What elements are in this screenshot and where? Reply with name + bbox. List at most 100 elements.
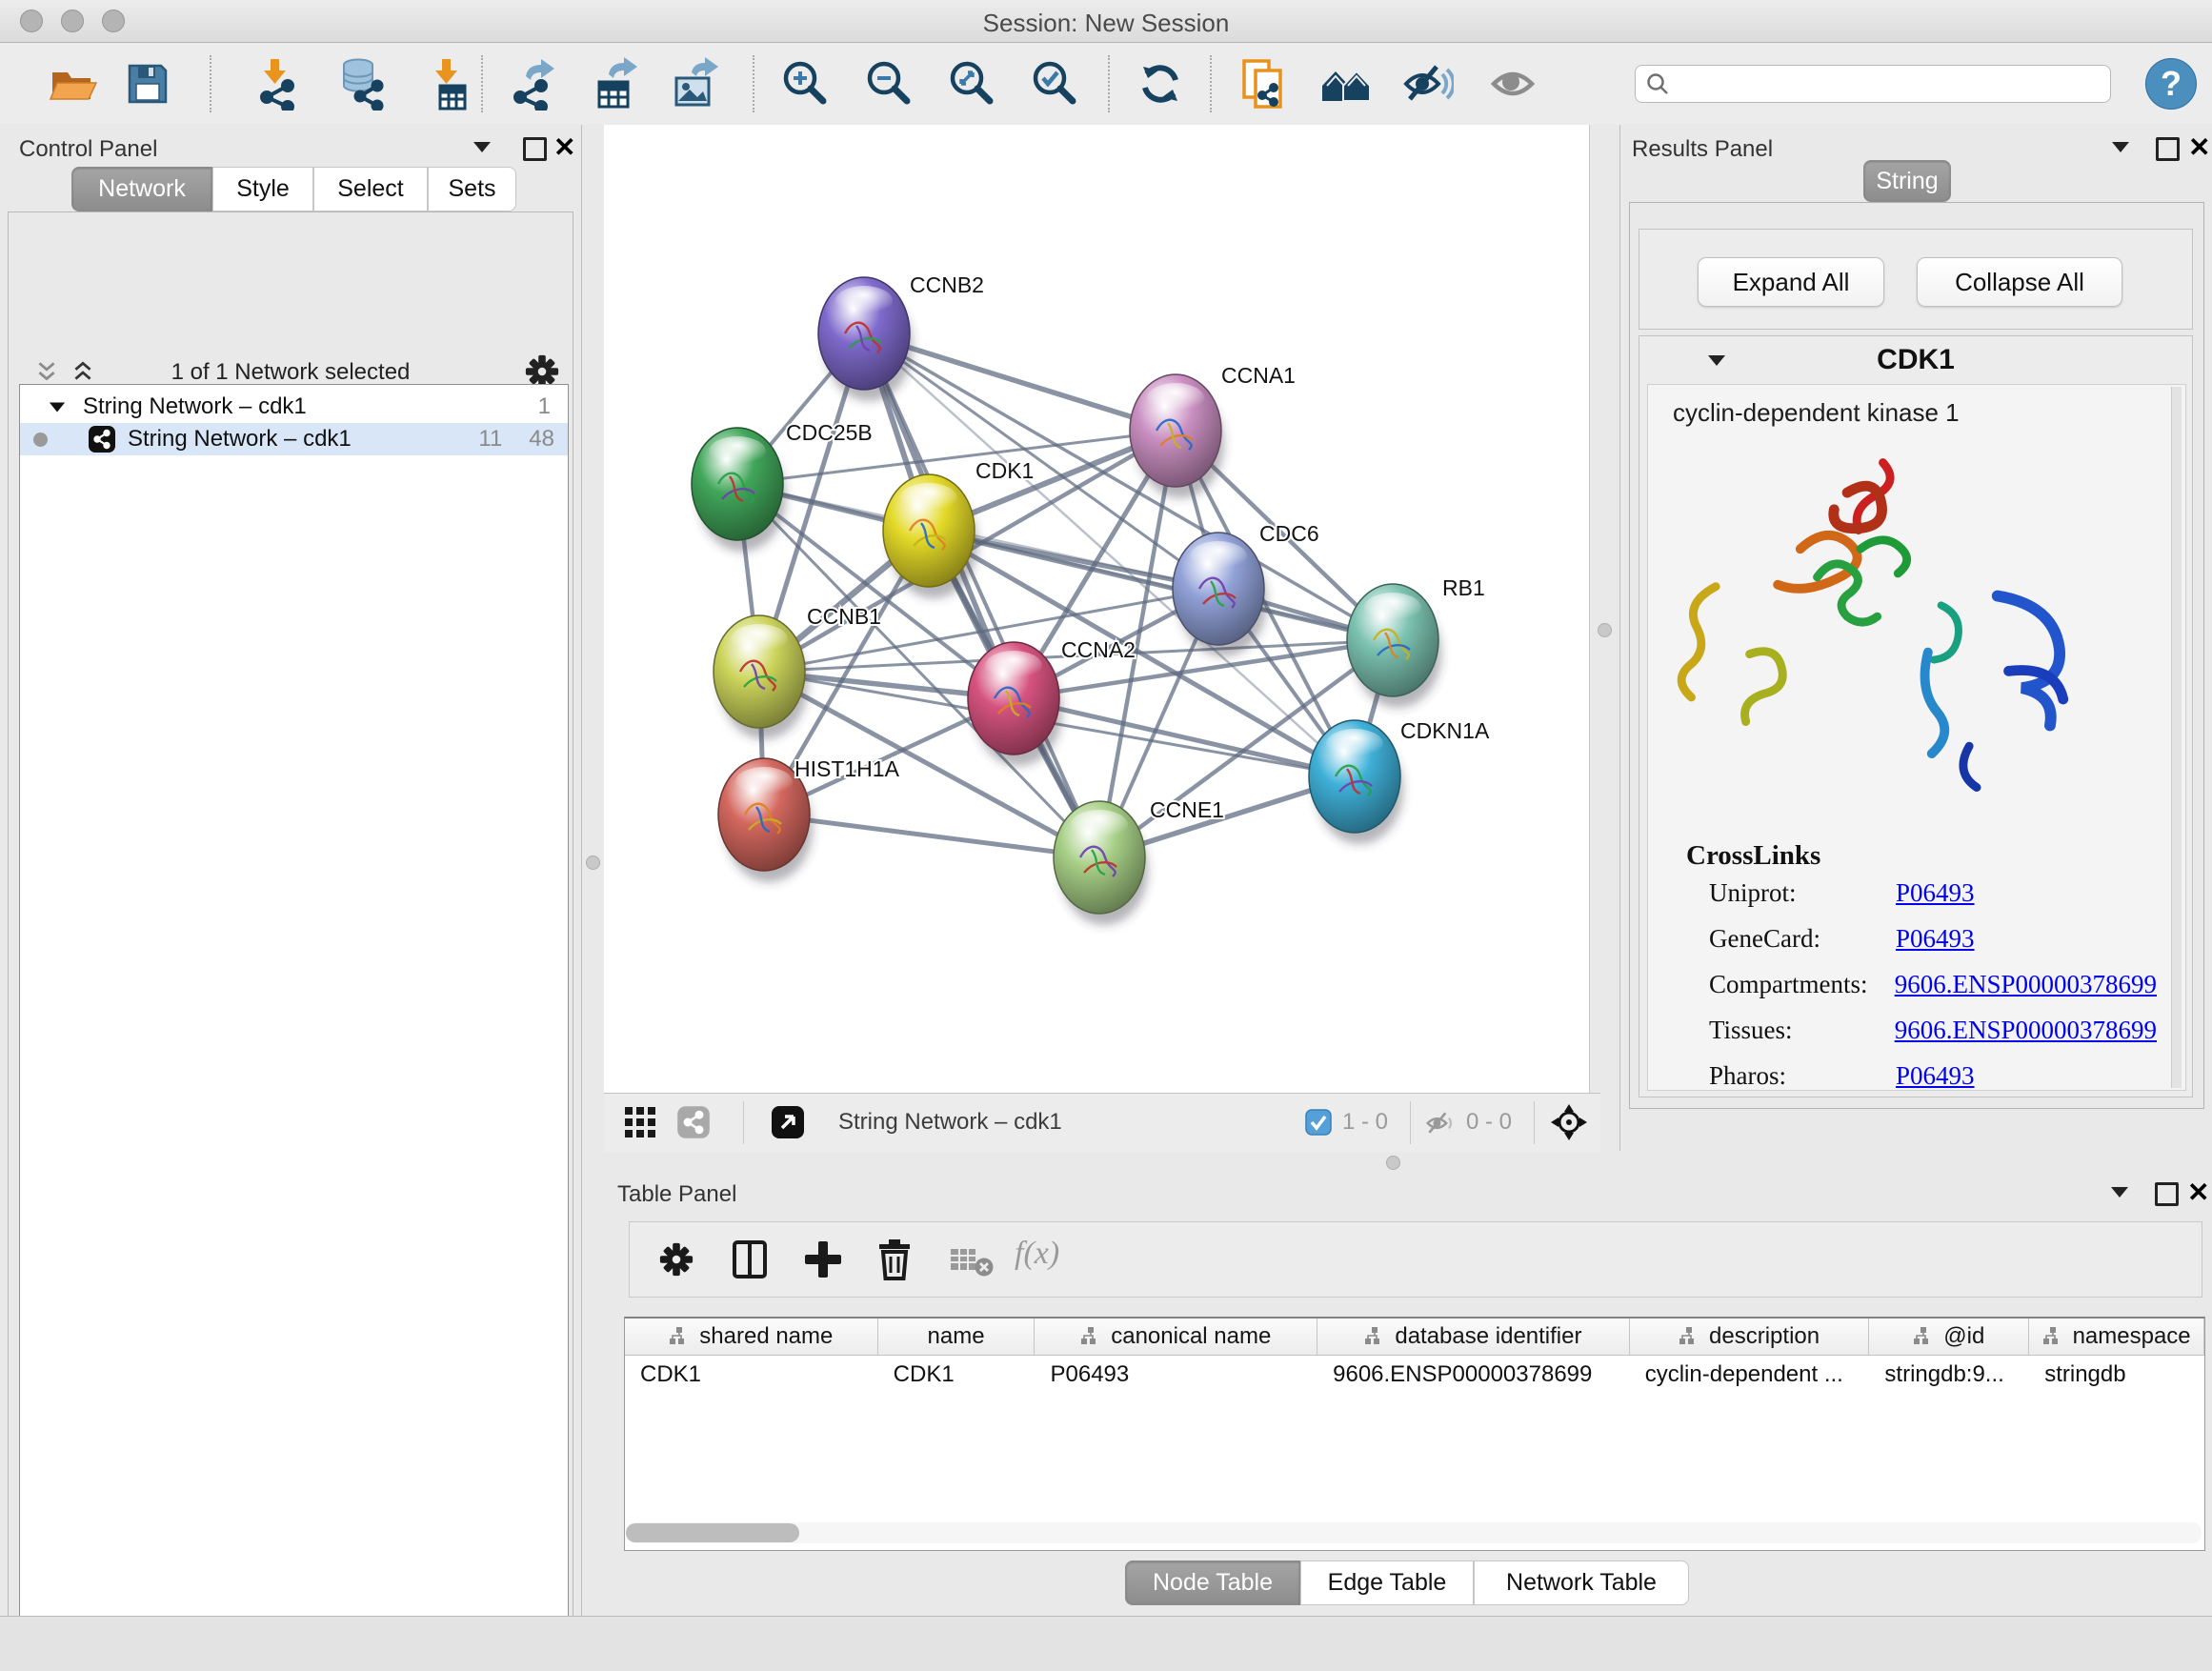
import-network-from-database-icon[interactable] xyxy=(335,57,389,111)
cell-database-identifier[interactable]: 9606.ENSP00000378699 xyxy=(1317,1356,1630,1394)
column-header-description[interactable]: description xyxy=(1630,1319,1870,1355)
tree-expand-icon[interactable] xyxy=(50,402,65,412)
help-button[interactable]: ? xyxy=(2145,58,2197,110)
panel-float-icon[interactable] xyxy=(2155,1182,2179,1206)
crosslink-value-link[interactable]: P06493 xyxy=(1896,878,1975,908)
cell-canonical-name[interactable]: P06493 xyxy=(1035,1356,1317,1394)
node-label: HIST1H1A xyxy=(794,756,900,781)
search-input[interactable] xyxy=(1670,70,2101,97)
import-table-from-file-icon[interactable] xyxy=(421,57,474,111)
column-header-database-identifier[interactable]: database identifier xyxy=(1317,1319,1630,1355)
delete-table-icon[interactable] xyxy=(950,1247,994,1278)
panel-float-icon[interactable] xyxy=(2156,137,2180,161)
network-node-cdkn1a[interactable]: CDKN1A xyxy=(1309,718,1490,833)
table-hscrollbar-track[interactable] xyxy=(626,1522,2202,1543)
table-hscrollbar-thumb[interactable] xyxy=(626,1523,799,1542)
import-network-from-file-icon[interactable] xyxy=(250,57,303,111)
network-node-hist1h1a[interactable]: HIST1H1A xyxy=(718,756,900,871)
column-header-namespace[interactable]: namespace xyxy=(2029,1319,2204,1355)
delete-columns-icon[interactable] xyxy=(875,1238,914,1281)
tab-sets[interactable]: Sets xyxy=(428,167,516,211)
export-table-icon[interactable] xyxy=(588,57,641,111)
tab-network-table[interactable]: Network Table xyxy=(1474,1560,1689,1605)
collapse-all-button[interactable]: Collapse All xyxy=(1917,257,2122,307)
network-edge-ccnb2-ccne1[interactable] xyxy=(864,333,1099,857)
open-session-icon[interactable] xyxy=(45,57,98,111)
cell-description[interactable]: cyclin-dependent ... xyxy=(1630,1356,1870,1394)
clone-network-icon[interactable] xyxy=(1237,57,1290,111)
birds-eye-view-icon[interactable] xyxy=(1549,1102,1589,1142)
network-node-cdk1[interactable]: CDK1 xyxy=(883,458,1034,587)
panel-close-icon[interactable]: ✕ xyxy=(2187,1177,2209,1208)
grid-view-icon[interactable] xyxy=(624,1106,656,1138)
crosslink-value-link[interactable]: 9606.ENSP00000378699 xyxy=(1895,970,2157,999)
zoom-in-icon[interactable] xyxy=(778,57,832,111)
horizontal-splitter[interactable] xyxy=(582,1151,2212,1174)
cell-name[interactable]: CDK1 xyxy=(878,1356,1036,1394)
selected-checkbox-icon[interactable] xyxy=(1305,1109,1332,1136)
cell-shared-name[interactable]: CDK1 xyxy=(625,1356,878,1394)
tab-node-table[interactable]: Node Table xyxy=(1125,1560,1300,1605)
network-tree-selected-row[interactable]: String Network – cdk1 11 48 xyxy=(20,423,568,455)
splitter-handle[interactable] xyxy=(586,856,600,870)
crosslink-value-link[interactable]: P06493 xyxy=(1896,1061,1975,1091)
collapse-all-tree-icon[interactable] xyxy=(34,359,59,384)
network-edge-ccna2-cdkn1a[interactable] xyxy=(1014,698,1355,776)
canvas-results-splitter[interactable] xyxy=(1589,125,1620,1151)
control-canvas-splitter[interactable] xyxy=(582,125,605,1151)
tab-string[interactable]: String xyxy=(1863,160,1951,202)
zoom-fit-icon[interactable] xyxy=(945,57,998,111)
current-network-dot-icon xyxy=(33,433,48,447)
panel-menu-icon[interactable] xyxy=(473,142,491,152)
expand-all-button[interactable]: Expand All xyxy=(1698,257,1884,307)
panel-float-icon[interactable] xyxy=(523,137,547,161)
column-header--id[interactable]: @id xyxy=(1869,1319,2029,1355)
splitter-handle[interactable] xyxy=(1386,1156,1400,1170)
column-header-name[interactable]: name xyxy=(878,1319,1036,1355)
function-builder-icon[interactable]: f(x) xyxy=(1015,1236,1059,1272)
export-image-icon[interactable] xyxy=(669,57,722,111)
tab-style[interactable]: Style xyxy=(212,167,313,211)
crosslink-value-link[interactable]: P06493 xyxy=(1896,924,1975,954)
network-node-rb1[interactable]: RB1 xyxy=(1347,575,1485,696)
collapse-section-icon[interactable] xyxy=(1708,355,1725,366)
tab-edge-table[interactable]: Edge Table xyxy=(1300,1560,1474,1605)
toolbar-search-field[interactable] xyxy=(1635,65,2111,103)
tab-network[interactable]: Network xyxy=(71,167,212,211)
show-columns-icon[interactable] xyxy=(731,1239,769,1279)
expand-all-tree-icon[interactable] xyxy=(70,359,95,384)
protein-structure-image[interactable] xyxy=(1659,434,2174,823)
network-node-cdc25b[interactable]: CDC25B xyxy=(692,420,873,540)
zoom-out-icon[interactable] xyxy=(862,57,915,111)
table-options-gear-icon[interactable] xyxy=(658,1241,694,1278)
cell--id[interactable]: stringdb:9... xyxy=(1869,1356,2029,1394)
network-edge-hist1h1a-ccne1[interactable] xyxy=(764,815,1099,857)
hide-eye-slash-icon[interactable] xyxy=(1400,57,1454,111)
column-header-canonical-name[interactable]: canonical name xyxy=(1035,1319,1317,1355)
cell-namespace[interactable]: stringdb xyxy=(2029,1356,2204,1394)
tab-select[interactable]: Select xyxy=(313,167,428,211)
node-label: CDC25B xyxy=(786,420,873,445)
splitter-handle[interactable] xyxy=(1598,623,1612,637)
network-view-icon[interactable] xyxy=(676,1105,711,1139)
refresh-icon[interactable] xyxy=(1134,57,1187,111)
panel-close-icon[interactable]: ✕ xyxy=(553,131,575,163)
results-scrollbar[interactable] xyxy=(2171,387,2182,1088)
detach-view-icon[interactable] xyxy=(771,1105,805,1139)
node-gloss xyxy=(985,651,1042,681)
zoom-selected-icon[interactable] xyxy=(1028,57,1081,111)
table-row[interactable]: CDK1CDK1P064939606.ENSP00000378699cyclin… xyxy=(625,1356,2204,1394)
home-networks-icon[interactable] xyxy=(1319,57,1373,111)
panel-menu-icon[interactable] xyxy=(2112,142,2129,152)
gene-section-header[interactable]: CDK1 xyxy=(1639,336,2192,384)
export-network-icon[interactable] xyxy=(507,57,560,111)
panel-close-icon[interactable]: ✕ xyxy=(2188,131,2210,163)
show-eye-icon[interactable] xyxy=(1488,57,1541,111)
save-session-icon[interactable] xyxy=(121,57,174,111)
create-column-icon[interactable] xyxy=(803,1239,843,1279)
network-tree-root-row[interactable]: String Network – cdk1 1 xyxy=(20,391,568,423)
column-header-shared-name[interactable]: shared name xyxy=(625,1319,878,1355)
network-canvas[interactable]: CCNB2CCNA1CDC25BCDK1CDC6RB1CCNB1CCNA2CDK… xyxy=(604,125,1589,1093)
panel-menu-icon[interactable] xyxy=(2111,1187,2128,1198)
crosslink-value-link[interactable]: 9606.ENSP00000378699 xyxy=(1895,1016,2157,1045)
